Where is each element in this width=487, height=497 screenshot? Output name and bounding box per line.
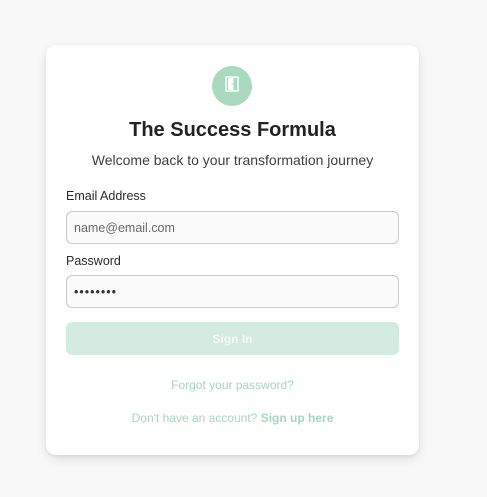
signup-row: Don't have an account? Sign up here [46, 411, 419, 425]
password-label: Password [66, 254, 121, 268]
door-icon [223, 75, 241, 98]
page-subtitle: Welcome back to your transformation jour… [91, 152, 374, 168]
email-label: Email Address [66, 189, 146, 203]
signup-prompt: Don't have an account? [131, 411, 258, 425]
page-title: The Success Formula [129, 119, 336, 141]
password-field[interactable] [66, 275, 399, 308]
signup-link[interactable]: Sign up here [261, 411, 334, 425]
sign-in-button[interactable]: Sign In [66, 322, 399, 355]
forgot-password-row: Forgot your password? [46, 378, 419, 392]
email-field[interactable] [66, 211, 399, 244]
login-card: The Success Formula Welcome back to your… [46, 45, 419, 455]
logo-badge [212, 66, 252, 106]
forgot-password-link[interactable]: Forgot your password? [171, 378, 294, 392]
